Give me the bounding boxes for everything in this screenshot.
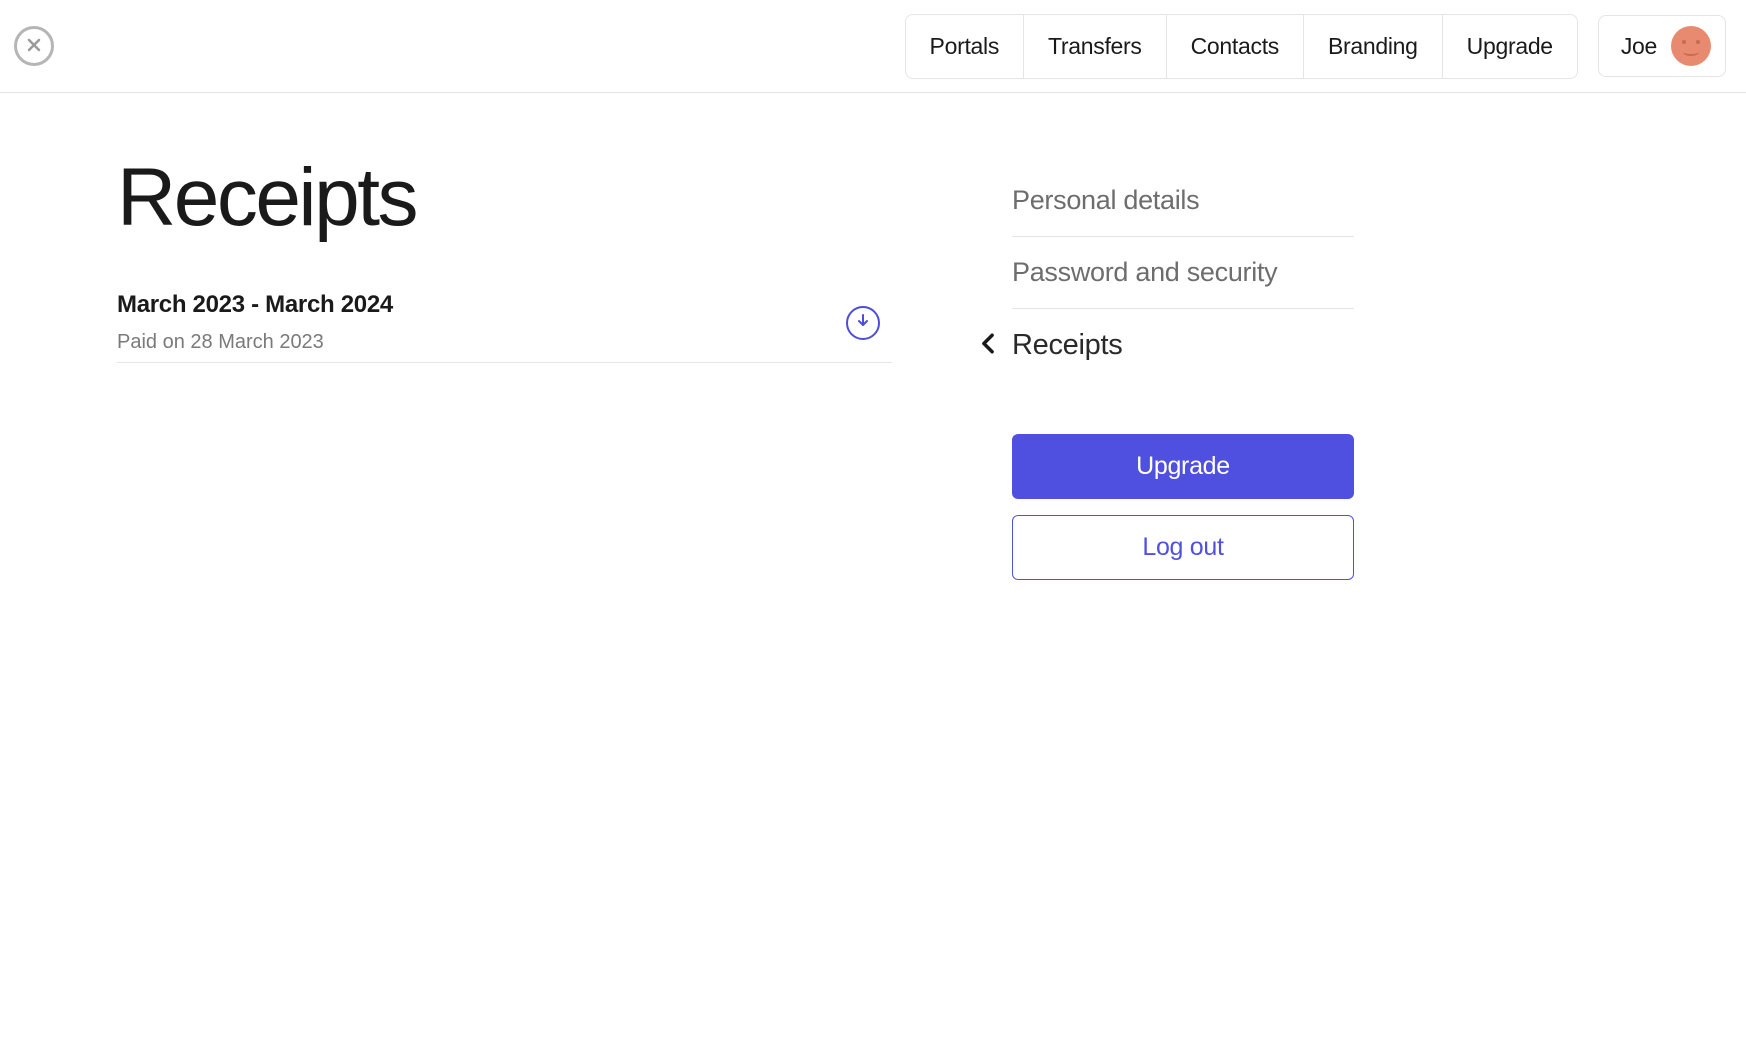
download-icon	[856, 314, 870, 331]
nav-upgrade[interactable]: Upgrade	[1443, 15, 1577, 78]
nav-contacts[interactable]: Contacts	[1167, 15, 1304, 78]
nav-portals[interactable]: Portals	[906, 15, 1024, 78]
page-title: Receipts	[117, 153, 892, 243]
download-receipt-button[interactable]	[846, 306, 880, 340]
sidebar-item-label: Receipts	[1012, 329, 1122, 361]
sidebar-buttons: Upgrade Log out	[1012, 434, 1354, 580]
sidebar-item-personal-details[interactable]: Personal details	[1012, 165, 1354, 237]
main-nav: Portals Transfers Contacts Branding Upgr…	[905, 14, 1578, 79]
user-menu[interactable]: Joe	[1598, 15, 1726, 77]
main-column: Receipts March 2023 - March 2024 Paid on…	[117, 153, 892, 580]
receipt-period: March 2023 - March 2024	[117, 291, 846, 319]
upgrade-button[interactable]: Upgrade	[1012, 434, 1354, 499]
sidebar-item-label: Personal details	[1012, 185, 1199, 215]
receipt-paid-date: Paid on 28 March 2023	[117, 331, 846, 354]
settings-sidebar: Personal details Password and security R…	[1012, 153, 1354, 580]
user-name: Joe	[1621, 33, 1657, 60]
header: Portals Transfers Contacts Branding Upgr…	[0, 0, 1746, 93]
nav-branding[interactable]: Branding	[1304, 15, 1443, 78]
receipt-row: March 2023 - March 2024 Paid on 28 March…	[117, 291, 892, 363]
close-button[interactable]	[14, 26, 54, 66]
chevron-left-icon	[980, 329, 996, 362]
sidebar-item-receipts[interactable]: Receipts	[1012, 309, 1354, 382]
header-right: Portals Transfers Contacts Branding Upgr…	[905, 14, 1726, 79]
avatar	[1671, 26, 1711, 66]
sidebar-item-password-security[interactable]: Password and security	[1012, 237, 1354, 309]
sidebar-item-label: Password and security	[1012, 257, 1277, 287]
content: Receipts March 2023 - March 2024 Paid on…	[0, 93, 1746, 580]
logout-button[interactable]: Log out	[1012, 515, 1354, 580]
nav-transfers[interactable]: Transfers	[1024, 15, 1167, 78]
receipt-info: March 2023 - March 2024 Paid on 28 March…	[117, 291, 846, 354]
close-icon	[26, 37, 42, 56]
